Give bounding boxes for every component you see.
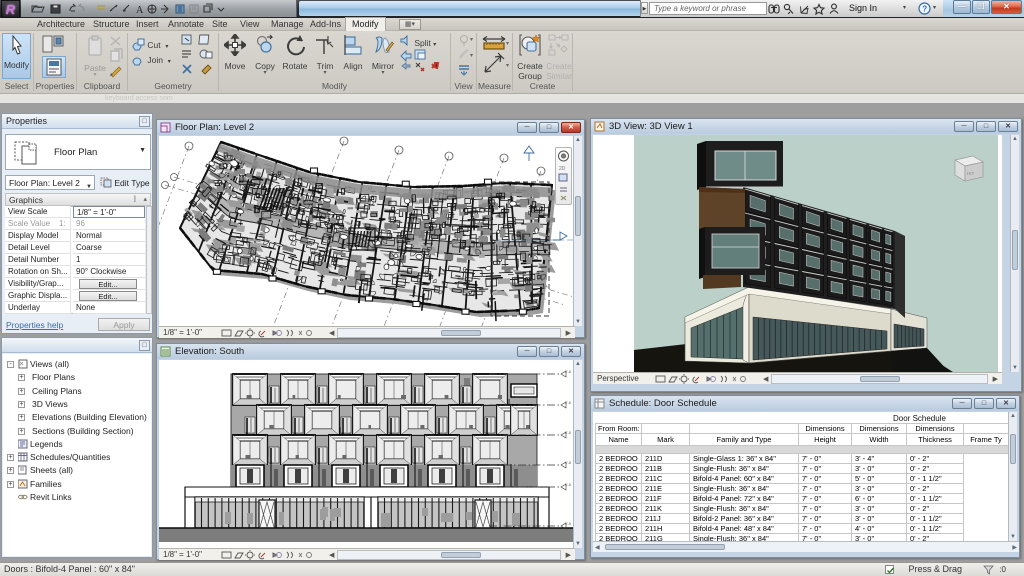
svg-text:1'-0: 1'-0: [565, 461, 571, 465]
svg-text:2D: 2D: [559, 166, 566, 172]
svg-text:1'-0: 1'-0: [565, 483, 571, 487]
svg-text:?: ?: [922, 5, 927, 14]
svg-text:1'-0: 1'-0: [565, 401, 571, 405]
svg-text:1'-0: 1'-0: [565, 431, 571, 435]
svg-text:1'-0: 1'-0: [565, 370, 571, 374]
svg-text:A: A: [136, 5, 144, 16]
svg-text:1'-0: 1'-0: [565, 522, 571, 526]
svg-text:HIT: HIT: [967, 171, 975, 176]
